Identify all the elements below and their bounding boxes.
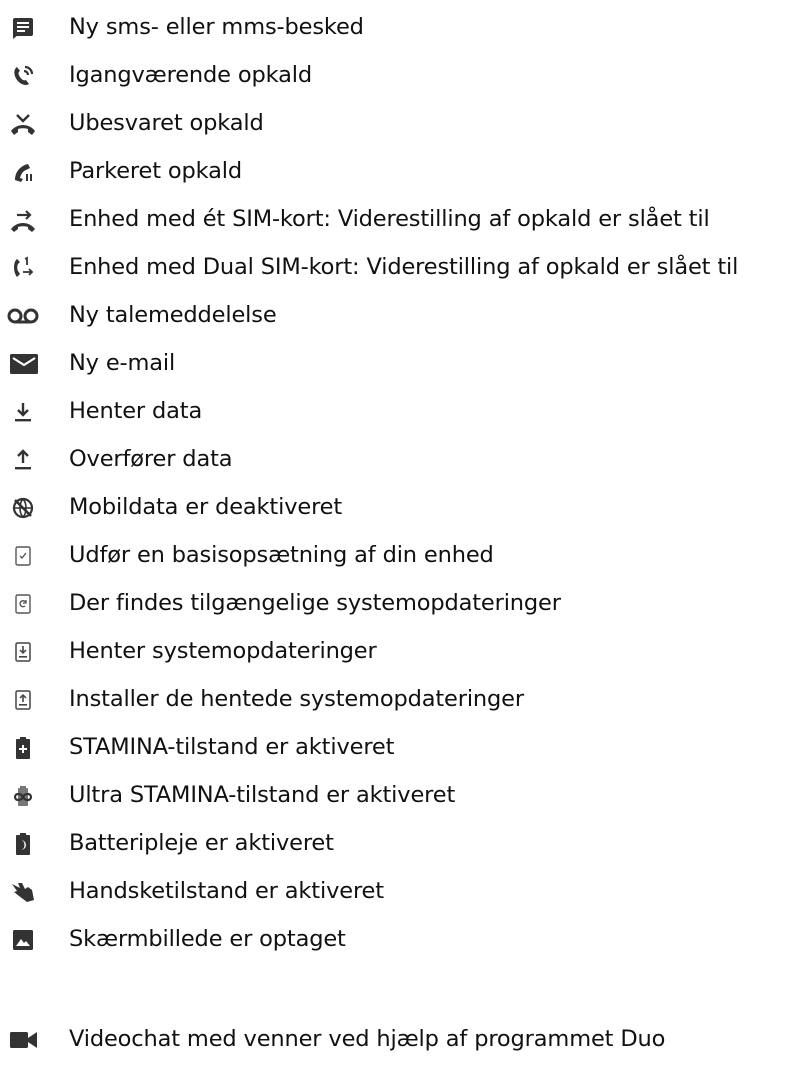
- list-item: Installer de hentede systemopdateringer: [0, 680, 809, 720]
- missed-call-icon: [9, 110, 37, 138]
- ultra-stamina-icon: [9, 782, 37, 810]
- list-item: Udfør en basisopsætning af din enhed: [0, 536, 809, 576]
- list-item-label: Udfør en basisopsætning af din enhed: [69, 542, 494, 568]
- list-item-label: Enhed med ét SIM-kort: Viderestilling af…: [69, 206, 710, 232]
- list-item: Handsketilstand er aktiveret: [0, 872, 809, 912]
- list-item: Der findes tilgængelige systemopdatering…: [0, 584, 809, 624]
- list-item-label: Handsketilstand er aktiveret: [69, 878, 384, 904]
- list-item: Henter systemopdateringer: [0, 632, 809, 672]
- list-item: Enhed med Dual SIM-kort: Viderestilling …: [0, 248, 809, 288]
- list-item: Enhed med ét SIM-kort: Viderestilling af…: [0, 200, 809, 240]
- list-item-label: Mobildata er deaktiveret: [69, 494, 343, 520]
- system-update-install-icon: [9, 686, 37, 714]
- list-item-label: Videochat med venner ved hjælp af progra…: [69, 1026, 666, 1052]
- list-item: Mobildata er deaktiveret: [0, 488, 809, 528]
- list-item-label: Parkeret opkald: [69, 158, 242, 184]
- system-update-download-icon: [9, 638, 37, 666]
- list-item: Igangværende opkald: [0, 56, 809, 96]
- list-item: Ny e-mail: [0, 344, 809, 384]
- list-item-label: Igangværende opkald: [69, 62, 312, 88]
- list-item-label: Batteripleje er aktiveret: [69, 830, 334, 856]
- list-item: Ubesvaret opkald: [0, 104, 809, 144]
- list-item-label: Overfører data: [69, 446, 233, 472]
- list-item: Ny sms- eller mms-besked: [0, 8, 809, 48]
- upload-icon: [9, 446, 37, 474]
- message-icon: [9, 14, 37, 42]
- stamina-battery-icon: [9, 734, 37, 762]
- screenshot-icon: [9, 926, 37, 954]
- list-item-label: Enhed med Dual SIM-kort: Viderestilling …: [69, 254, 739, 280]
- list-item-label: Ultra STAMINA-tilstand er aktiveret: [69, 782, 456, 808]
- list-item: Ny talemeddelelse: [0, 296, 809, 336]
- dual-sim-call-forward-icon: [9, 254, 37, 282]
- system-update-available-icon: [9, 590, 37, 618]
- list-item: Ultra STAMINA-tilstand er aktiveret: [0, 776, 809, 816]
- battery-care-icon: [9, 830, 37, 858]
- list-item-label: Der findes tilgængelige systemopdatering…: [69, 590, 561, 616]
- list-item-label: Ny talemeddelelse: [69, 302, 277, 328]
- voicemail-icon: [6, 302, 40, 330]
- list-item-label: Skærmbillede er optaget: [69, 926, 346, 952]
- list-item-label: Ny sms- eller mms-besked: [69, 14, 364, 40]
- glove-mode-icon: [9, 878, 37, 906]
- list-item-label: Henter systemopdateringer: [69, 638, 377, 664]
- email-icon: [8, 350, 40, 378]
- download-icon: [9, 398, 37, 426]
- video-chat-icon: [8, 1026, 40, 1054]
- list-item-label: STAMINA-tilstand er aktiveret: [69, 734, 395, 760]
- call-forward-icon: [9, 206, 37, 234]
- call-ongoing-icon: [9, 62, 37, 90]
- list-item-label: Henter data: [69, 398, 203, 424]
- mobile-data-off-icon: [9, 494, 37, 522]
- list-item: Parkeret opkald: [0, 152, 809, 192]
- list-item: Videochat med venner ved hjælp af progra…: [0, 1020, 809, 1060]
- list-item: STAMINA-tilstand er aktiveret: [0, 728, 809, 768]
- list-item: Henter data: [0, 392, 809, 432]
- list-item: Overfører data: [0, 440, 809, 480]
- list-item-label: Ny e-mail: [69, 350, 176, 376]
- list-item-label: Installer de hentede systemopdateringer: [69, 686, 524, 712]
- device-setup-icon: [9, 542, 37, 570]
- list-item-label: Ubesvaret opkald: [69, 110, 264, 136]
- list-item: Batteripleje er aktiveret: [0, 824, 809, 864]
- list-item: Skærmbillede er optaget: [0, 920, 809, 960]
- call-on-hold-icon: [9, 158, 37, 186]
